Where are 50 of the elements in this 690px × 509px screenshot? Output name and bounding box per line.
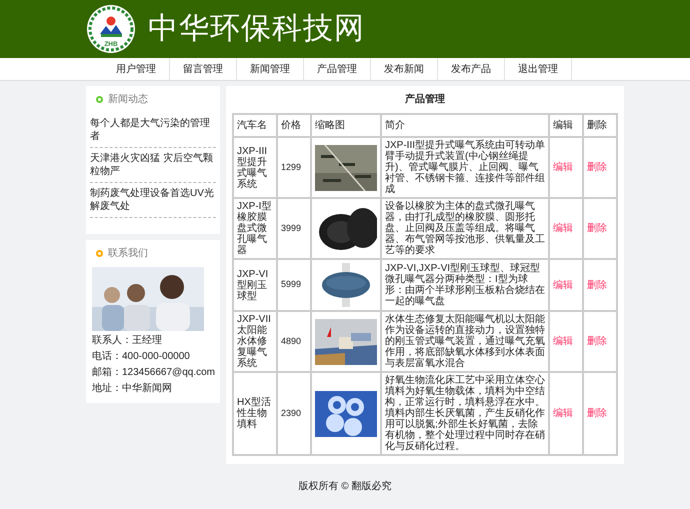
table-header-cell: 删除: [583, 114, 617, 137]
table-header-cell: 编辑: [549, 114, 583, 137]
table-cell: HX型活性生物填料: [233, 372, 277, 455]
news-link[interactable]: 天津港火灾凶猛 灾后空气颗粒物严: [90, 148, 216, 183]
table-header-cell: 简介: [381, 114, 549, 137]
contact-text: 邮箱：123456667@qq.com: [92, 366, 214, 380]
contact-text: 地址：中华新闻网: [92, 382, 173, 396]
edit-link[interactable]: 编辑: [553, 223, 573, 234]
delete-link[interactable]: 删除: [587, 408, 607, 419]
table-cell: JXP-III型提升式曝气系统由可转动单臂手动提升式装置(中心钢丝绳提升)、管式曝气膜片、止回阀、曝气衬管、不锈钢卡箍、连接件等部件组成: [381, 137, 549, 198]
table-cell: 好氧生物流化床工艺中采用立体空心填料为好氧生物载体，填料为中空结构，正常运行时，填料悬浮在水中。填料内部生长厌氧菌，产生反硝化作用可以脱氮;外部生长好氧菌，去除有机物，整个处理过程中同时存在硝化与反硝化过程。: [381, 372, 549, 455]
edit-link[interactable]: 编辑: [553, 162, 573, 173]
table-cell: 1299: [277, 137, 311, 198]
nav-link[interactable]: 退出管理: [505, 58, 572, 80]
contact-text: 联系人：王经理: [92, 334, 163, 348]
panel-title: 联系我们: [108, 246, 148, 261]
nav-link[interactable]: 产品管理: [304, 58, 371, 80]
table-cell: JXP-VI型刚玉球型: [233, 259, 277, 311]
news-link[interactable]: 制药废气处理设备首选UV光解废气处: [90, 183, 216, 218]
table-cell: JXP-III型提升式曝气系统: [233, 137, 277, 198]
table-cell: 设备以橡胶为主体的盘式微孔曝气器，由打孔成型的橡胶膜、圆形托盘、止回阀及压盖等组成。将曝气器、布气管网等按池形、供氧量及工艺等的要求: [381, 198, 549, 259]
contact-text: 电话：400-000-00000: [92, 350, 191, 364]
nav-link[interactable]: 留言管理: [170, 58, 237, 80]
table-cell: 3999: [277, 198, 311, 259]
delete-link[interactable]: 删除: [587, 223, 607, 234]
nav-link[interactable]: 发布产品: [438, 58, 505, 80]
table-cell: JXP-VI,JXP-VI型刚玉球型、球冠型微孔曝气器分两种类型：I型为球形：由两个半球形刚玉板粘合烧结在一起的曝气盘: [381, 259, 549, 311]
table-cell: 4890: [277, 311, 311, 372]
delete-link[interactable]: 删除: [587, 162, 607, 173]
footer-text: 版权所有 © 翻版必究: [298, 480, 392, 494]
edit-link[interactable]: 编辑: [553, 408, 573, 419]
table-cell: 2390: [277, 372, 311, 455]
panel-title: 新闻动态: [108, 92, 148, 107]
table-cell: JXP-I型橡胶膜盘式微孔曝气器: [233, 198, 277, 259]
site-title: 中华环保科技网: [148, 14, 365, 44]
delete-link[interactable]: 删除: [587, 280, 607, 290]
nav-link[interactable]: 用户管理: [103, 58, 170, 80]
delete-link[interactable]: 删除: [587, 336, 607, 347]
table-cell: 5999: [277, 259, 311, 311]
table-cell: JXP-VII太阳能水体修复曝气系统: [233, 311, 277, 372]
news-link[interactable]: 每个人都是大气污染的管理者: [90, 113, 216, 148]
table-header-cell: 价格: [277, 114, 311, 137]
table-cell: 水体生态修复太阳能曝气机以太阳能作为设备运转的直接动力，设置独特的刚玉管式曝气装置，通过曝气充氧作用，将底部缺氧水体移到水体表面与表层富氧水混合: [381, 311, 549, 372]
nav-link[interactable]: 发布新闻: [371, 58, 438, 80]
nav-link[interactable]: 新闻管理: [237, 58, 304, 80]
table-header-cell: 汽车名: [233, 114, 277, 137]
table-header-cell: 缩略图: [311, 114, 381, 137]
panel-heading: 产品管理: [404, 92, 446, 107]
edit-link[interactable]: 编辑: [553, 336, 573, 347]
edit-link[interactable]: 编辑: [553, 280, 573, 290]
